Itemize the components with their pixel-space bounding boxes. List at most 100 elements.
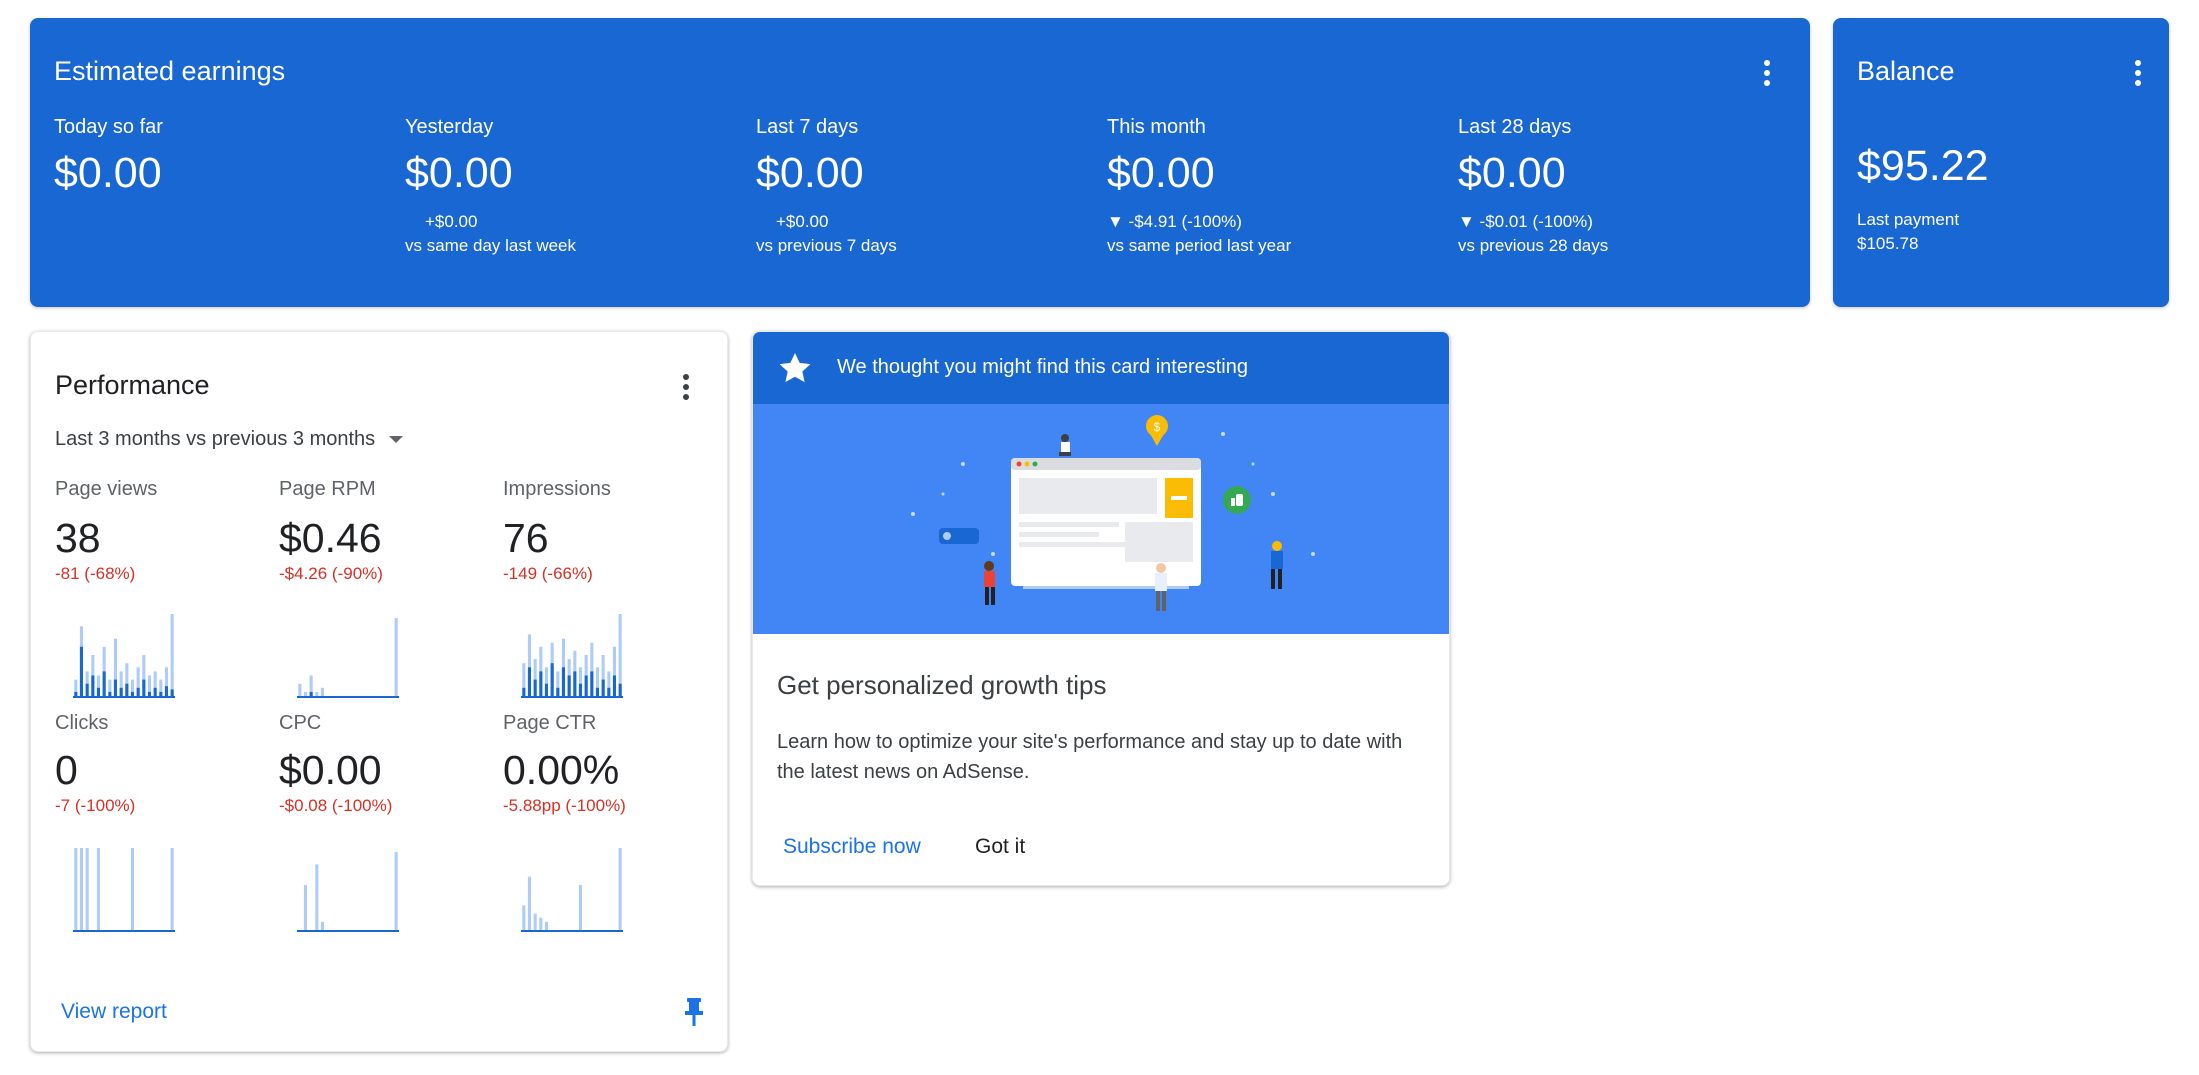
spark-bar-current (556, 687, 560, 696)
spark-bar-current (618, 683, 622, 696)
spark-bar-previous (315, 691, 319, 696)
tip-card-header: We thought you might find this card inte… (753, 332, 1449, 404)
got-it-button[interactable]: Got it (975, 835, 1025, 859)
spark-bar-current (108, 691, 112, 696)
date-range-label: Last 3 months vs previous 3 months (55, 428, 376, 450)
stat-label: This month (1107, 116, 1206, 138)
sparkline-page-rpm (297, 618, 399, 698)
metric-label: Impressions (503, 478, 611, 500)
performance-more-menu-icon[interactable] (672, 369, 700, 405)
stat-delta: +$0.00 (776, 212, 829, 231)
stat-value: $0.00 (1107, 149, 1215, 197)
stat-label: Today so far (54, 116, 163, 138)
spark-bar-previous (394, 852, 398, 930)
metric-impressions[interactable]: Impressions 76 -149 (-66%) (503, 478, 713, 584)
estimated-earnings-title: Estimated earnings (54, 56, 286, 86)
metric-label: Clicks (55, 712, 109, 734)
metric-page-ctr[interactable]: Page CTR 0.00% -5.88pp (-100%) (503, 712, 713, 816)
metric-delta: -7 (-100%) (55, 796, 136, 815)
view-report-link[interactable]: View report (61, 1000, 167, 1024)
spark-bar-current (550, 663, 554, 696)
sparkline-cpc (297, 852, 399, 932)
sparkline-clicks (73, 848, 175, 932)
spark-bar-previous (618, 848, 622, 930)
spark-baseline (73, 930, 175, 932)
pin-icon[interactable] (682, 996, 706, 1028)
stat-value: $0.00 (54, 149, 162, 197)
spark-bar-current (147, 691, 151, 696)
metric-clicks[interactable]: Clicks 0 -7 (-100%) (55, 712, 265, 816)
spark-bar-current (590, 671, 594, 696)
spark-bar-current (130, 691, 134, 696)
balance-more-menu-icon[interactable] (2124, 55, 2152, 91)
metric-delta: -81 (-68%) (55, 564, 136, 583)
spark-bar-current (164, 686, 168, 696)
metric-value: $0.46 (279, 515, 382, 561)
spark-bar-current (142, 679, 146, 696)
spark-baseline (297, 930, 399, 932)
spark-bar-current (159, 691, 163, 696)
tip-card-header-text: We thought you might find this card inte… (837, 356, 1248, 378)
earnings-stat-yesterday: Yesterday $0.00 +$0.00 vs same day last … (405, 116, 735, 258)
spark-bar-current (119, 687, 123, 696)
stat-delta: +$0.00 (425, 212, 478, 231)
stat-delta: ▼ -$4.91 (-100%) (1107, 212, 1242, 231)
spark-bar-previous (79, 848, 83, 930)
subscribe-now-button[interactable]: Subscribe now (783, 835, 921, 859)
earnings-stat-last-28-days: Last 28 days $0.00 ▼ -$0.01 (-100%) vs p… (1458, 116, 1788, 258)
stat-label: Last 28 days (1458, 116, 1572, 138)
metric-page-rpm[interactable]: Page RPM $0.46 -$4.26 (-90%) (279, 478, 489, 584)
dropdown-arrow-icon (389, 436, 404, 443)
balance-card: Balance $95.22 Last payment $105.78 (1833, 18, 2169, 307)
sparkline-page-ctr (521, 848, 623, 932)
spark-baseline (73, 696, 175, 698)
spark-bar-previous (578, 884, 582, 930)
spark-bar-current (79, 646, 83, 696)
spark-bar-previous (303, 691, 307, 696)
spark-bar-current (584, 675, 588, 696)
spark-bar-previous (539, 917, 543, 930)
stat-compare: vs previous 7 days (756, 236, 897, 255)
date-range-select[interactable]: Last 3 months vs previous 3 months (55, 428, 404, 451)
spark-bar-previous (394, 618, 398, 696)
stat-label: Yesterday (405, 116, 494, 138)
metric-value: 0.00% (503, 747, 620, 793)
spark-bar-previous (298, 683, 302, 696)
stat-value: $0.00 (1458, 149, 1566, 197)
metric-value: $0.00 (279, 747, 382, 793)
spark-bar-previous (170, 614, 174, 696)
metric-label: Page RPM (279, 478, 376, 500)
spark-bar-current (74, 691, 78, 696)
metric-page-views[interactable]: Page views 38 -81 (-68%) (55, 478, 265, 584)
metric-cpc[interactable]: CPC $0.00 -$0.08 (-100%) (279, 712, 489, 816)
last-payment-value: $105.78 (1857, 234, 1919, 253)
spark-bar-current (96, 687, 100, 696)
spark-baseline (521, 696, 623, 698)
metric-label: Page views (55, 478, 158, 500)
spark-bar-previous (96, 848, 100, 930)
tip-card: We thought you might find this card inte… (752, 331, 1450, 886)
performance-title: Performance (55, 370, 210, 400)
spark-bar-previous (303, 884, 307, 930)
spark-bar-current (533, 679, 537, 696)
spark-bar-current (91, 675, 95, 696)
metric-delta: -5.88pp (-100%) (503, 796, 626, 815)
metric-label: Page CTR (503, 712, 597, 734)
spark-bar-current (544, 683, 548, 696)
metric-delta: -$0.08 (-100%) (279, 796, 393, 815)
earnings-more-menu-icon[interactable] (1753, 55, 1781, 91)
spark-bar-current (567, 675, 571, 696)
spark-bar-previous (130, 848, 134, 930)
spark-bar-current (607, 687, 611, 696)
earnings-stat-today: Today so far $0.00 (54, 116, 384, 198)
spark-bar-current (153, 687, 157, 696)
spark-bar-current (561, 667, 565, 696)
spark-bar-current (113, 679, 117, 696)
metric-delta: -149 (-66%) (503, 564, 593, 583)
stat-delta: ▼ -$0.01 (-100%) (1458, 212, 1593, 231)
spark-bar-current (309, 691, 313, 696)
spark-bar-current (573, 671, 577, 696)
spark-bar-current (125, 683, 129, 696)
stat-compare: vs previous 28 days (1458, 236, 1609, 255)
star-icon (777, 350, 813, 391)
